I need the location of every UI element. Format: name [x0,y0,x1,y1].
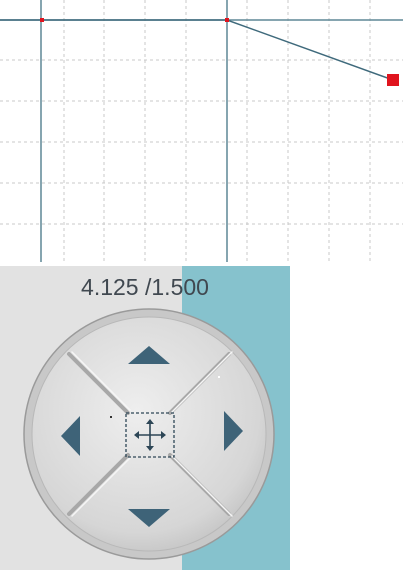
speck [110,416,112,418]
speck [218,376,220,378]
move-icon[interactable] [125,412,175,458]
direction-pad[interactable] [0,266,290,570]
plot-grid [0,0,403,262]
trace-line [0,19,394,81]
plot-canvas[interactable] [0,0,403,262]
trace-point-start[interactable] [40,18,44,22]
navigation-panel: 4.125 /1.500 [0,266,290,570]
trace-point-middle[interactable] [225,18,229,22]
selected-trace-point[interactable] [387,74,399,86]
